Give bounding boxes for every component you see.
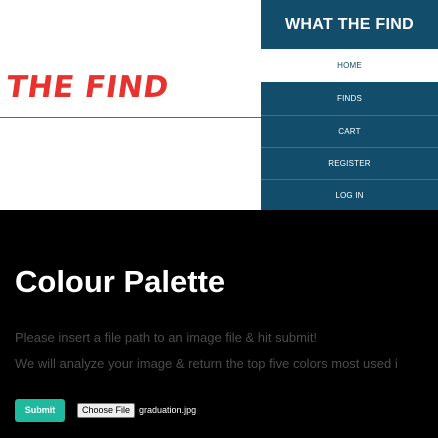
nav-item-cart[interactable]: CART [261, 116, 438, 147]
main-nav: WHAT THE FIND HOME FINDS CART REGISTER L… [261, 0, 438, 210]
instructions-line-1: Please insert a file path to an image fi… [15, 330, 318, 345]
site-logo[interactable]: THE FIND [4, 70, 171, 105]
instructions-line-2: We will analyze your image & return the … [15, 356, 398, 371]
selected-file-name: graduation.jpg [139, 405, 197, 415]
header-divider [0, 117, 262, 118]
nav-item-finds[interactable]: FINDS [261, 82, 438, 115]
page-title: Colour Palette [15, 264, 226, 299]
nav-item-login[interactable]: LOG IN [261, 180, 438, 210]
nav-item-home[interactable]: HOME [261, 49, 438, 82]
choose-file-button[interactable]: Choose File [77, 402, 136, 418]
main-section: Colour Palette Please insert a file path… [0, 210, 438, 438]
site-header: THE FIND WHAT THE FIND HOME FINDS CART R… [0, 0, 438, 210]
upload-form: Submit Choose File graduation.jpg [15, 398, 196, 422]
brand-title: WHAT THE FIND [285, 15, 414, 33]
submit-button[interactable]: Submit [15, 398, 65, 422]
nav-item-register[interactable]: REGISTER [261, 148, 438, 179]
